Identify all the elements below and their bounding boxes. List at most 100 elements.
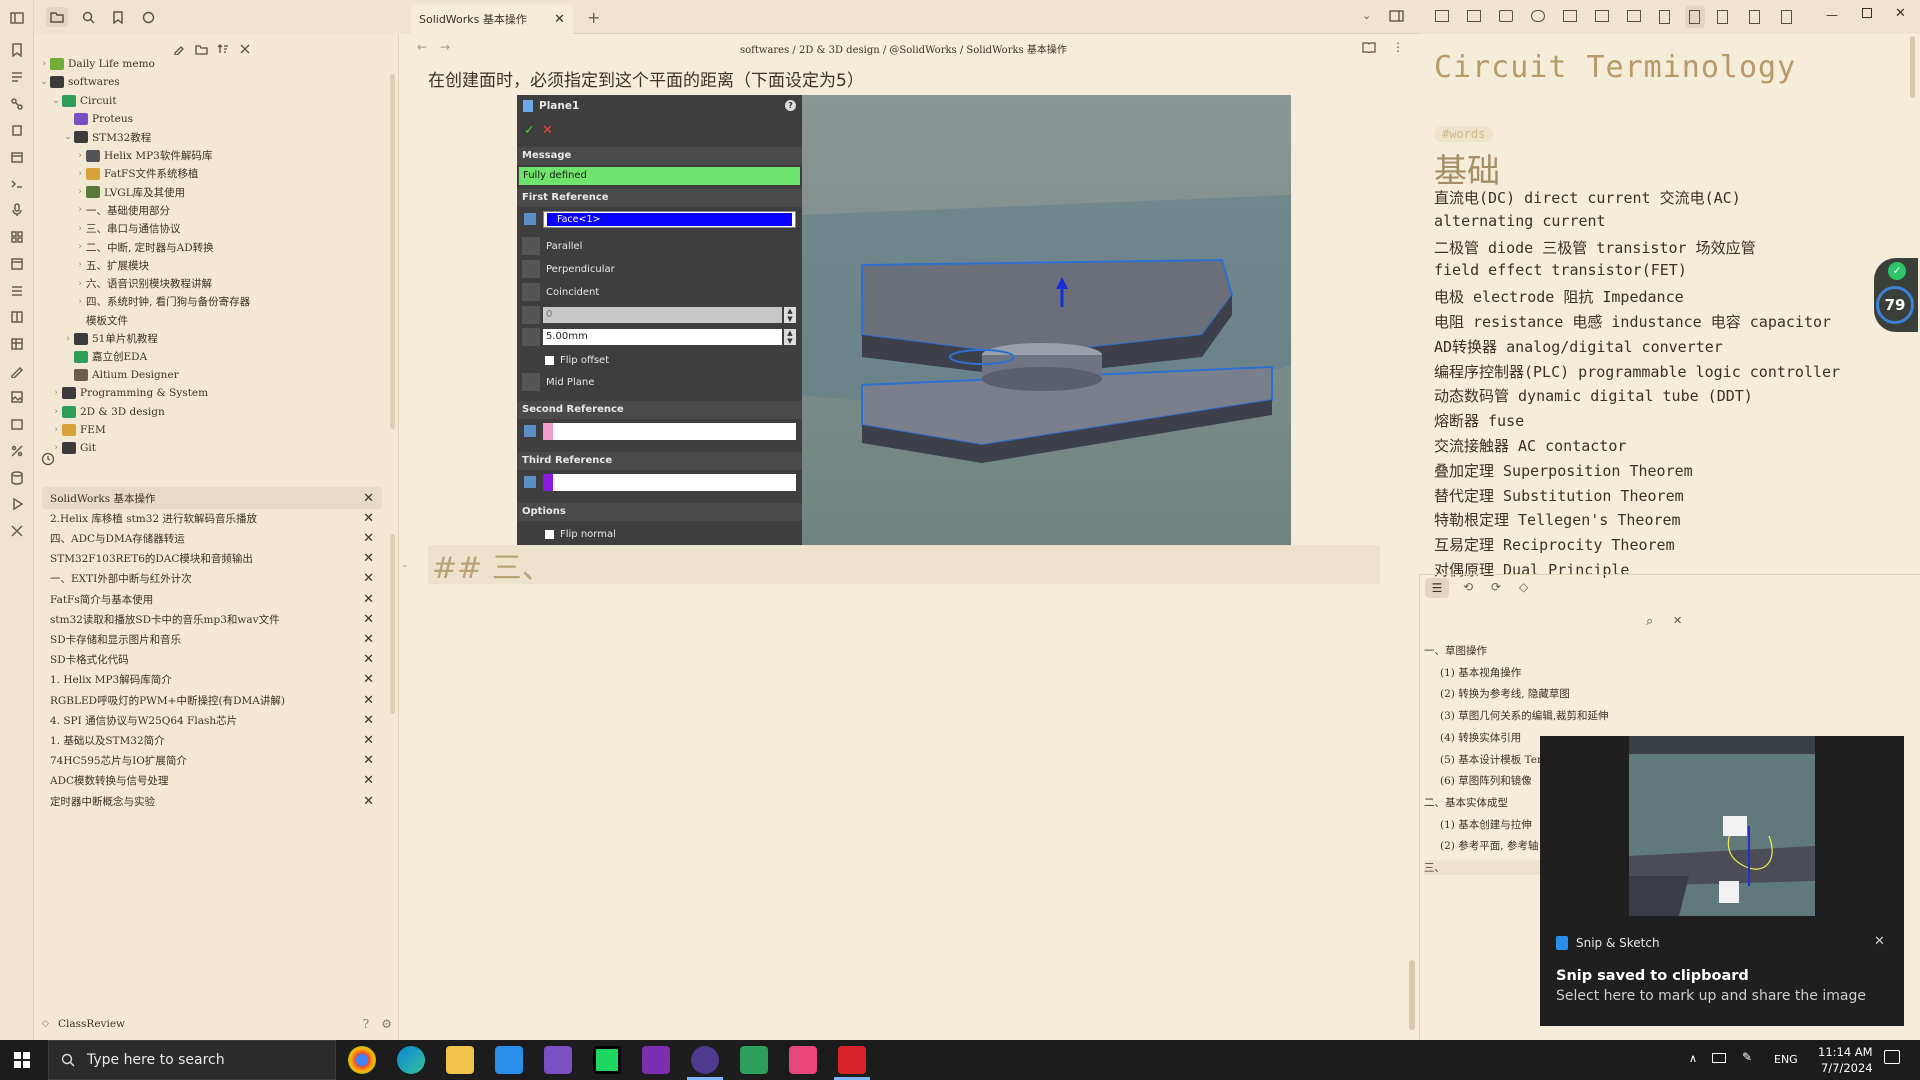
close-recent-icon[interactable]: ✕ xyxy=(363,672,374,687)
note-scrollbar[interactable] xyxy=(1910,36,1915,98)
close-recent-icon[interactable]: ✕ xyxy=(363,531,374,546)
vault-switcher[interactable]: ◇ ClassReview ? ⚙ xyxy=(42,1014,392,1034)
calendar-icon[interactable] xyxy=(8,148,26,166)
tree-caret-icon[interactable]: › xyxy=(50,425,62,435)
recent-file-item[interactable]: stm32读取和播放SD卡中的音乐mp3和wav文件 ✕ xyxy=(42,608,382,630)
close-recent-icon[interactable]: ✕ xyxy=(363,511,374,526)
recent-file-item[interactable]: SD卡存储和显示图片和音乐 ✕ xyxy=(42,628,382,650)
tree-caret-icon[interactable]: › xyxy=(50,388,62,398)
outline-item[interactable]: (2) 参考平面, 参考轴 xyxy=(1440,838,1538,853)
new-folder-icon[interactable] xyxy=(194,42,208,56)
onenote-taskbar-icon[interactable] xyxy=(642,1046,670,1074)
minimize-icon[interactable]: — xyxy=(1826,8,1838,22)
close-recent-icon[interactable]: ✕ xyxy=(363,592,374,607)
sort-icon[interactable] xyxy=(216,42,230,56)
distance-input[interactable]: 5.00mm xyxy=(543,329,782,345)
solidworks-taskbar-icon[interactable] xyxy=(838,1046,866,1074)
outline-item[interactable]: (5) 基本设计模板 Ter xyxy=(1440,752,1542,767)
tag-pill[interactable]: #words xyxy=(1434,126,1494,142)
sidebar-toggle-icon[interactable] xyxy=(8,9,26,27)
outline-item[interactable]: 一、草图操作 xyxy=(1424,643,1487,658)
tree-item[interactable]: › 二、中断, 定时器与AD转换 xyxy=(74,237,214,257)
tree-caret-icon[interactable]: › xyxy=(74,169,86,179)
visual-studio-taskbar-icon[interactable] xyxy=(544,1046,572,1074)
tree-caret-icon[interactable]: › xyxy=(74,205,86,215)
tree-caret-icon[interactable]: › xyxy=(38,59,50,69)
tree-item[interactable]: › Daily Life memo xyxy=(38,54,155,74)
bookmark-tab-icon[interactable] xyxy=(110,9,126,25)
angle-spinner[interactable]: ▲ ▼ xyxy=(784,307,796,323)
terminal-icon[interactable] xyxy=(8,175,26,193)
close-tab-icon[interactable]: ✕ xyxy=(554,12,565,27)
tree-caret-icon[interactable]: ⌄ xyxy=(38,77,50,87)
tree-item[interactable]: › LVGL库及其使用 xyxy=(74,182,185,202)
notification-center-icon[interactable] xyxy=(1884,1050,1900,1064)
notepad-taskbar-icon[interactable] xyxy=(740,1046,768,1074)
tab-list-chevron-icon[interactable]: ⌄ xyxy=(1362,9,1371,22)
sw-3d-viewport[interactable] xyxy=(802,95,1291,545)
new-tab-icon[interactable]: + xyxy=(587,8,600,27)
tree-caret-icon[interactable]: › xyxy=(74,260,86,270)
first-reference-field[interactable]: Face<1> xyxy=(543,211,796,228)
breadcrumb-item[interactable]: 2D & 3D design xyxy=(799,45,880,56)
pen-icon[interactable]: ✎ xyxy=(1742,1050,1752,1064)
outgoing-links-icon[interactable]: ⟳ xyxy=(1491,580,1501,594)
tab-solidworks[interactable]: SolidWorks 基本操作 ✕ xyxy=(411,4,573,34)
close-recent-icon[interactable]: ✕ xyxy=(363,693,374,708)
grid-icon[interactable] xyxy=(8,228,26,246)
layout-icon[interactable] xyxy=(8,308,26,326)
recent-file-item[interactable]: 2.Helix 库移植 stm32 进行软解码音乐播放 ✕ xyxy=(42,507,382,529)
window-close-icon[interactable]: ✕ xyxy=(1895,6,1906,21)
tree-item[interactable]: › 三、串口与通信协议 xyxy=(74,219,180,239)
tree-item[interactable]: › 五、扩展模块 xyxy=(74,255,149,275)
recent-files-clock-icon[interactable] xyxy=(40,451,56,467)
distance-spinner[interactable]: ▲ ▼ xyxy=(784,329,796,345)
right-sidebar-toggle-icon[interactable] xyxy=(1388,9,1404,23)
kanban-icon[interactable] xyxy=(8,282,26,300)
ok-check-icon[interactable]: ✓ xyxy=(524,123,535,138)
cancel-x-icon[interactable]: ✕ xyxy=(542,123,553,138)
option-coincident[interactable]: Coincident xyxy=(522,281,599,303)
tools-icon[interactable] xyxy=(8,522,26,540)
first-reference-header[interactable]: First Reference xyxy=(517,189,802,207)
outline-item[interactable]: (4) 转换实体引用 xyxy=(1440,730,1521,745)
outline-list-icon[interactable]: ☰ xyxy=(1425,578,1449,598)
chrome-taskbar-icon[interactable] xyxy=(348,1046,376,1074)
tags-icon[interactable]: ◇ xyxy=(1519,580,1528,594)
cloud-icon[interactable] xyxy=(1531,10,1545,22)
file-icon-2[interactable] xyxy=(1689,10,1700,24)
forward-arrow-icon[interactable]: → xyxy=(440,40,450,54)
tree-item[interactable]: › Programming & System xyxy=(50,383,208,403)
percent-icon[interactable] xyxy=(8,442,26,460)
tree-caret-icon[interactable]: › xyxy=(74,151,86,161)
close-recent-icon[interactable]: ✕ xyxy=(363,713,374,728)
snip-close-icon[interactable]: ✕ xyxy=(1874,934,1885,949)
language-indicator[interactable]: ENG xyxy=(1774,1053,1798,1066)
sw-help-icon[interactable]: ? xyxy=(785,100,796,111)
vscode-taskbar-icon[interactable] xyxy=(495,1046,523,1074)
recent-file-item[interactable]: 4. SPI 通信协议与W25Q64 Flash芯片 ✕ xyxy=(42,709,382,731)
collapse-all-icon[interactable] xyxy=(238,42,252,56)
archive-icon[interactable] xyxy=(1499,10,1513,22)
feather-icon[interactable] xyxy=(1627,10,1641,22)
tree-item[interactable]: › Git xyxy=(50,438,96,458)
recent-file-item[interactable]: 一、EXTI外部中断与红外计次 ✕ xyxy=(42,568,382,590)
tree-scrollbar[interactable] xyxy=(390,74,395,429)
close-recent-icon[interactable]: ✕ xyxy=(363,773,374,788)
tree-caret-icon[interactable]: › xyxy=(74,187,86,197)
recent-file-item[interactable]: 74HC595芯片与IO扩展简介 ✕ xyxy=(42,750,382,772)
maximize-icon[interactable] xyxy=(1862,8,1872,18)
image-icon[interactable] xyxy=(8,388,26,406)
angle-input[interactable]: 0 xyxy=(543,307,782,323)
recent-file-item[interactable]: 四、ADC与DMA存储器转运 ✕ xyxy=(42,527,382,549)
close-recent-icon[interactable]: ✕ xyxy=(363,632,374,647)
options-header[interactable]: Options xyxy=(517,503,802,521)
tree-item[interactable]: › 2D & 3D design xyxy=(50,402,165,422)
template-icon[interactable] xyxy=(8,255,26,273)
outline-search-icon[interactable]: ⌕ xyxy=(1646,614,1653,629)
search-icon[interactable] xyxy=(80,9,96,25)
tree-caret-icon[interactable]: › xyxy=(74,224,86,234)
close-recent-icon[interactable]: ✕ xyxy=(363,571,374,586)
recent-file-item[interactable]: 1. Helix MP3解码库简介 ✕ xyxy=(42,669,382,691)
table-icon[interactable] xyxy=(8,335,26,353)
